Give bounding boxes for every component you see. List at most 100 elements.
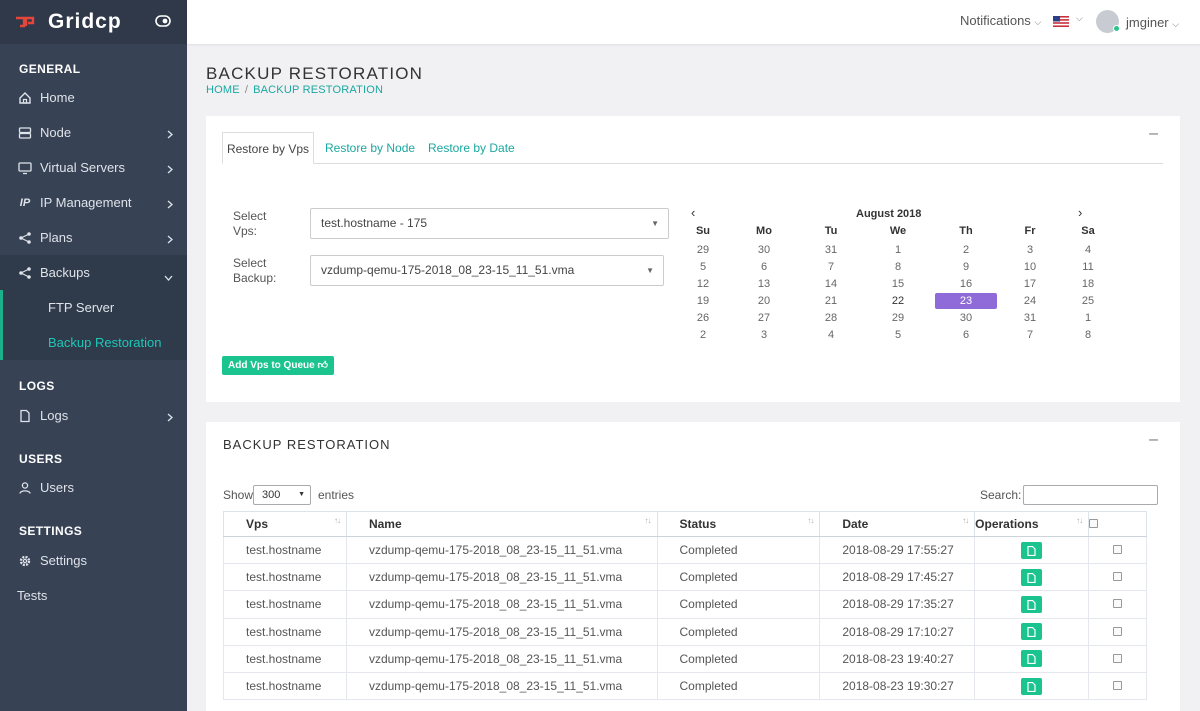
backup-select[interactable]: vzdump-qemu-175-2018_08_23-15_11_51.vma … xyxy=(310,255,664,286)
row-checkbox[interactable] xyxy=(1113,572,1123,582)
calendar-day[interactable]: 9 xyxy=(935,259,997,275)
us-flag-icon[interactable] xyxy=(1053,15,1069,27)
restore-file-button[interactable] xyxy=(1021,677,1043,695)
select-all-checkbox[interactable] xyxy=(1089,519,1099,528)
calendar-day[interactable]: 1 xyxy=(1057,310,1119,326)
row-checkbox[interactable] xyxy=(1113,599,1123,609)
calendar-day[interactable]: 20 xyxy=(733,293,795,309)
notifications-menu[interactable]: Notifications ⌵ xyxy=(960,13,1041,28)
calendar-day[interactable]: 16 xyxy=(935,276,997,292)
calendar-day[interactable]: 4 xyxy=(1057,242,1119,258)
sidebar-toggle-icon[interactable] xyxy=(155,15,171,30)
calendar-day[interactable]: 5 xyxy=(672,259,734,275)
calendar-next-button[interactable]: › xyxy=(1078,205,1082,220)
collapse-icon[interactable]: – xyxy=(1149,431,1158,449)
tab-restore-by-vps[interactable]: Restore by Vps xyxy=(222,132,314,164)
calendar-day[interactable]: 13 xyxy=(733,276,795,292)
calendar-day[interactable]: 23 xyxy=(935,293,997,309)
calendar-day[interactable]: 8 xyxy=(867,259,929,275)
calendar-day[interactable]: 7 xyxy=(999,327,1061,343)
column-header-name[interactable]: Name ↑↓ xyxy=(345,511,658,537)
calendar-day[interactable]: 10 xyxy=(999,259,1061,275)
calendar-day[interactable]: 19 xyxy=(672,293,734,309)
breadcrumb-home-link[interactable]: HOME xyxy=(206,84,240,96)
brand-name[interactable]: Gridcp xyxy=(48,10,122,34)
calendar-day[interactable]: 7 xyxy=(800,259,862,275)
sidebar-item-backups[interactable]: Backups xyxy=(0,255,187,290)
calendar-day[interactable]: 27 xyxy=(733,310,795,326)
calendar-day[interactable]: 4 xyxy=(800,327,862,343)
calendar-day[interactable]: 29 xyxy=(672,242,734,258)
calendar-day[interactable]: 3 xyxy=(733,327,795,343)
vps-select[interactable]: test.hostname - 175 ▼ xyxy=(310,208,669,239)
sidebar-item-tests[interactable]: Tests xyxy=(17,588,47,603)
calendar-day[interactable]: 5 xyxy=(867,327,929,343)
breadcrumb-current[interactable]: BACKUP RESTORATION xyxy=(253,84,383,96)
sort-icon: ↑↓ xyxy=(644,516,652,525)
calendar-day[interactable]: 14 xyxy=(800,276,862,292)
calendar-day[interactable]: 12 xyxy=(672,276,734,292)
calendar-day[interactable]: 22 xyxy=(867,293,929,309)
sidebar-item-logs[interactable]: Logs xyxy=(0,398,187,433)
column-header-vps[interactable]: Vps ↑↓ xyxy=(223,511,347,537)
calendar-day[interactable]: 18 xyxy=(1057,276,1119,292)
calendar-month-title[interactable]: August 2018 xyxy=(856,208,921,220)
calendar-day[interactable]: 30 xyxy=(935,310,997,326)
calendar-day[interactable]: 21 xyxy=(800,293,862,309)
column-header-operations[interactable]: Operations ↑↓ xyxy=(974,511,1090,537)
calendar-day[interactable]: 28 xyxy=(800,310,862,326)
entries-label: entries xyxy=(318,488,355,502)
row-checkbox[interactable] xyxy=(1113,626,1123,636)
sidebar-item-users[interactable]: Users xyxy=(0,470,187,505)
sidebar-subitem-backup-restoration[interactable]: Backup Restoration xyxy=(0,325,187,360)
restore-file-button[interactable] xyxy=(1021,568,1043,586)
calendar-day[interactable]: 25 xyxy=(1057,293,1119,309)
calendar-day[interactable]: 29 xyxy=(867,310,929,326)
calendar-prev-button[interactable]: ‹ xyxy=(691,205,695,220)
search-input[interactable] xyxy=(1023,485,1158,505)
row-checkbox[interactable] xyxy=(1113,653,1123,663)
calendar-day[interactable]: 31 xyxy=(800,242,862,258)
calendar-day[interactable]: 3 xyxy=(999,242,1061,258)
row-checkbox[interactable] xyxy=(1113,681,1123,691)
calendar-day[interactable]: 30 xyxy=(733,242,795,258)
calendar-day[interactable]: 31 xyxy=(999,310,1061,326)
sidebar-item-ip-management[interactable]: IP IP Management xyxy=(0,185,187,220)
cell-date: 2018-08-29 17:10:27 xyxy=(819,617,976,646)
calendar-day[interactable]: 6 xyxy=(935,327,997,343)
restore-file-button[interactable] xyxy=(1021,650,1043,668)
sidebar-item-label: Logs xyxy=(40,408,69,423)
sidebar-item-home[interactable]: Home xyxy=(0,80,187,115)
sidebar-item-node[interactable]: Node xyxy=(0,115,187,150)
calendar-day[interactable]: 1 xyxy=(867,242,929,258)
restore-file-button[interactable] xyxy=(1021,595,1043,613)
backup-table: Vps ↑↓ Name ↑↓ Status ↑↓ Date ↑↓ Operations ↑… xyxy=(223,511,1147,701)
tab-restore-by-date[interactable]: Restore by Date xyxy=(428,132,515,164)
sidebar-subitem-ftp-server[interactable]: FTP Server xyxy=(0,290,187,325)
calendar-day[interactable]: 24 xyxy=(999,293,1061,309)
user-menu[interactable]: jmginer ⌵ xyxy=(1126,15,1179,30)
column-header-date[interactable]: Date ↑↓ xyxy=(819,511,976,537)
calendar-day[interactable]: 8 xyxy=(1057,327,1119,343)
calendar-day[interactable]: 26 xyxy=(672,310,734,326)
sidebar-item-plans[interactable]: Plans xyxy=(0,220,187,255)
calendar-day[interactable]: 15 xyxy=(867,276,929,292)
tab-restore-by-node[interactable]: Restore by Node xyxy=(325,132,415,164)
calendar-day[interactable]: 6 xyxy=(733,259,795,275)
sidebar-item-label: Settings xyxy=(40,553,87,568)
calendar-weekday: Tu xyxy=(824,225,838,237)
calendar-day[interactable]: 2 xyxy=(935,242,997,258)
language-chevron-down-icon[interactable]: ⌵ xyxy=(1076,13,1083,24)
calendar-day[interactable]: 17 xyxy=(999,276,1061,292)
cell-date: 2018-08-29 17:55:27 xyxy=(819,535,976,565)
page-length-select[interactable]: 300 ▼ xyxy=(253,485,311,505)
row-checkbox[interactable] xyxy=(1113,545,1123,555)
column-header-status[interactable]: Status ↑↓ xyxy=(656,511,821,537)
calendar-day[interactable]: 2 xyxy=(672,327,734,343)
restore-file-button[interactable] xyxy=(1021,623,1043,641)
calendar-day[interactable]: 11 xyxy=(1057,259,1119,275)
restore-file-button[interactable] xyxy=(1021,541,1043,559)
add-vps-to-queue-button[interactable]: Add Vps to Queue 👍︎ xyxy=(222,356,334,375)
sidebar-item-virtual-servers[interactable]: Virtual Servers xyxy=(0,150,187,185)
sidebar-item-settings[interactable]: Settings xyxy=(0,543,187,578)
